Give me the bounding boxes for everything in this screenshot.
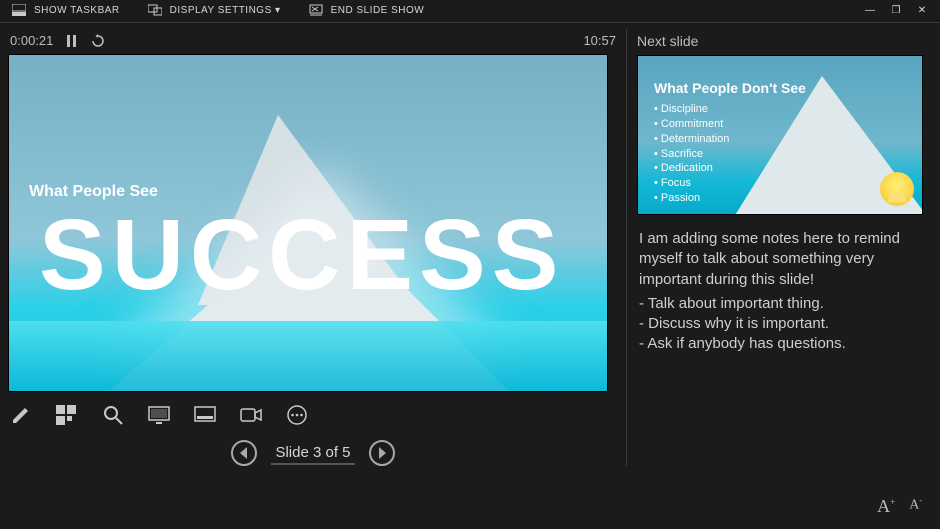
prev-slide-button[interactable]: [231, 440, 257, 466]
notes-font-controls: A+ A-: [877, 496, 922, 517]
restart-timer-button[interactable]: [91, 34, 105, 48]
more-options-button[interactable]: [286, 404, 308, 426]
timer-row: 0:00:21 10:57: [8, 29, 618, 54]
window-controls: — ❐ ✕: [864, 5, 928, 16]
end-show-label: END SLIDE SHOW: [331, 5, 425, 16]
decrease-font-button[interactable]: A-: [909, 496, 922, 517]
elapsed-time: 0:00:21: [10, 33, 53, 48]
water-overlay: [9, 321, 607, 391]
taskbar-icon: [12, 4, 26, 16]
presenter-avatar: [880, 172, 914, 206]
display-settings-label: DISPLAY SETTINGS ▾: [170, 5, 281, 16]
end-show-icon: [309, 4, 323, 16]
notes-point: Discuss why it is important.: [639, 314, 920, 334]
restore-button[interactable]: ❐: [890, 5, 902, 16]
presenter-tools: [8, 392, 618, 426]
end-slideshow-button[interactable]: END SLIDE SHOW: [309, 4, 425, 16]
pen-tool-button[interactable]: [10, 404, 32, 426]
display-settings-icon: [148, 4, 162, 16]
pause-button[interactable]: [65, 34, 79, 48]
see-all-slides-button[interactable]: [56, 404, 78, 426]
notes-paragraph: I am adding some notes here to remind my…: [639, 229, 920, 290]
black-screen-button[interactable]: [148, 404, 170, 426]
next-slide-button[interactable]: [369, 440, 395, 466]
show-taskbar-button[interactable]: SHOW TASKBAR: [12, 4, 120, 16]
top-divider: [0, 22, 940, 23]
current-slide-preview[interactable]: What People See SUCCESS: [8, 54, 608, 392]
top-menu-bar: SHOW TASKBAR DISPLAY SETTINGS ▾ END SLID…: [0, 0, 940, 20]
close-button[interactable]: ✕: [916, 5, 928, 16]
slide-counter: Slide 3 of 5: [271, 442, 354, 465]
increase-font-button[interactable]: A+: [877, 496, 895, 517]
zoom-button[interactable]: [102, 404, 124, 426]
notes-point: Ask if anybody has questions.: [639, 334, 920, 354]
display-settings-button[interactable]: DISPLAY SETTINGS ▾: [148, 4, 281, 16]
minimize-button[interactable]: —: [864, 5, 876, 16]
show-taskbar-label: SHOW TASKBAR: [34, 5, 120, 16]
next-slide-thumbnail[interactable]: What People Don't See Discipline Commitm…: [637, 55, 923, 215]
next-slide-heading: Next slide: [637, 29, 922, 55]
camera-button[interactable]: [240, 404, 262, 426]
slide-nav: Slide 3 of 5: [8, 440, 618, 466]
speaker-notes[interactable]: I am adding some notes here to remind my…: [637, 215, 922, 355]
notes-point: Talk about important thing.: [639, 294, 920, 314]
notes-list: Talk about important thing. Discuss why …: [639, 294, 920, 355]
subtitle-toggle-button[interactable]: [194, 404, 216, 426]
current-time: 10:57: [583, 33, 616, 48]
slide-headline: SUCCESS: [39, 205, 564, 305]
